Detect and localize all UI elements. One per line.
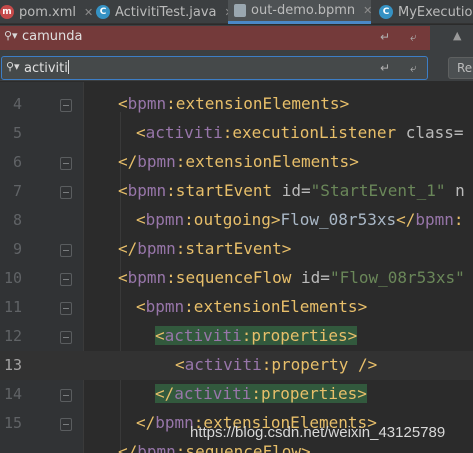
line-number: 10 bbox=[3, 269, 22, 287]
code-line-current[interactable]: 13 <activiti:property /> bbox=[0, 351, 473, 380]
tab-label: ActivitiTest.java bbox=[115, 4, 217, 20]
editor-tab-bar: m pom.xml ✕ C ActivitiTest.java ✕ out-de… bbox=[0, 0, 473, 24]
fold-marker-icon[interactable] bbox=[60, 186, 72, 199]
line-number: 4 bbox=[12, 95, 22, 113]
replace-button[interactable]: Re bbox=[448, 57, 473, 79]
search-history-icon[interactable]: ⚲▾ bbox=[6, 60, 20, 73]
maven-file-icon: m bbox=[0, 5, 14, 19]
java-class-icon: C bbox=[96, 5, 110, 19]
fold-marker-icon[interactable] bbox=[60, 331, 72, 344]
multiline-icon[interactable]: ⤶ bbox=[410, 61, 417, 76]
code-line[interactable]: 6 </bpmn:extensionElements> bbox=[0, 148, 473, 177]
close-icon[interactable]: ✕ bbox=[363, 4, 372, 17]
fold-marker-icon[interactable] bbox=[60, 244, 72, 257]
line-number: 7 bbox=[12, 182, 22, 200]
tab-label: out-demo.bpmn bbox=[251, 3, 356, 18]
fold-marker-icon[interactable] bbox=[60, 302, 72, 315]
line-number: 14 bbox=[3, 385, 22, 403]
bpmn-file-icon bbox=[234, 4, 246, 17]
fold-marker-icon[interactable] bbox=[60, 389, 72, 402]
code-line[interactable]: 9 </bpmn:startEvent> bbox=[0, 235, 473, 264]
tab-activititest-java[interactable]: C ActivitiTest.java ✕ bbox=[92, 0, 234, 24]
line-number: 6 bbox=[12, 153, 22, 171]
multiline-icon[interactable]: ⤶ bbox=[410, 30, 417, 45]
code-line[interactable]: 11 <bpmn:extensionElements> bbox=[0, 293, 473, 322]
watermark: https://blog.csdn.net/weixin_43125789 bbox=[190, 424, 446, 441]
line-number: 11 bbox=[3, 298, 22, 316]
replace-input[interactable]: activiti bbox=[24, 61, 68, 76]
tab-label: MyExecutionL bbox=[398, 4, 473, 20]
tab-pom-xml[interactable]: m pom.xml ✕ bbox=[0, 0, 93, 24]
fold-marker-icon[interactable] bbox=[60, 157, 72, 170]
text-caret bbox=[67, 60, 69, 74]
code-line[interactable]: 5 <activiti:executionListener class= bbox=[0, 119, 473, 148]
regex-icon[interactable]: ▲ bbox=[453, 29, 461, 42]
code-line[interactable]: 12 <activiti:properties> bbox=[0, 322, 473, 351]
tab-myexecutionlistener[interactable]: C MyExecutionL bbox=[375, 0, 473, 24]
replace-input-wrap[interactable]: activiti bbox=[24, 60, 69, 76]
tab-out-demo-bpmn[interactable]: out-demo.bpmn ✕ bbox=[228, 0, 372, 24]
code-line[interactable]: 14 </activiti:properties> bbox=[0, 380, 473, 409]
search-icon[interactable]: ⚲▾ bbox=[4, 29, 18, 42]
line-number: 5 bbox=[12, 124, 22, 142]
replace-field[interactable]: ⚲▾ activiti ↵ ⤶ bbox=[1, 56, 428, 80]
java-class-icon: C bbox=[379, 5, 393, 19]
find-replace-panel: ⚲▾ camunda ↵ ⤶ ▲ ⚲▾ activiti ↵ ⤶ Re bbox=[0, 25, 473, 82]
line-number: 15 bbox=[3, 414, 22, 432]
fold-marker-icon[interactable] bbox=[60, 418, 72, 431]
code-line[interactable]: 4 <bpmn:extensionElements> bbox=[0, 90, 473, 119]
fold-marker-icon[interactable] bbox=[60, 273, 72, 286]
code-line[interactable]: 10 <bpmn:sequenceFlow id="Flow_08r53xs" bbox=[0, 264, 473, 293]
new-line-icon[interactable]: ↵ bbox=[380, 30, 390, 44]
new-line-icon[interactable]: ↵ bbox=[380, 61, 390, 75]
code-editor[interactable]: 4 <bpmn:extensionElements> 5 <activiti:e… bbox=[0, 82, 473, 453]
search-field[interactable]: ⚲▾ camunda ↵ ⤶ bbox=[0, 26, 430, 50]
code-line[interactable]: 7 <bpmn:startEvent id="StartEvent_1" n bbox=[0, 177, 473, 206]
line-number: 9 bbox=[12, 240, 22, 258]
tab-label: pom.xml bbox=[19, 4, 76, 20]
code-line[interactable]: 8 <bpmn:outgoing>Flow_08r53xs</bpmn: bbox=[0, 206, 473, 235]
line-number: 12 bbox=[3, 327, 22, 345]
line-number: 13 bbox=[3, 356, 22, 374]
search-input[interactable]: camunda bbox=[22, 29, 82, 44]
fold-marker-icon[interactable] bbox=[60, 99, 72, 112]
line-number: 8 bbox=[12, 211, 22, 229]
